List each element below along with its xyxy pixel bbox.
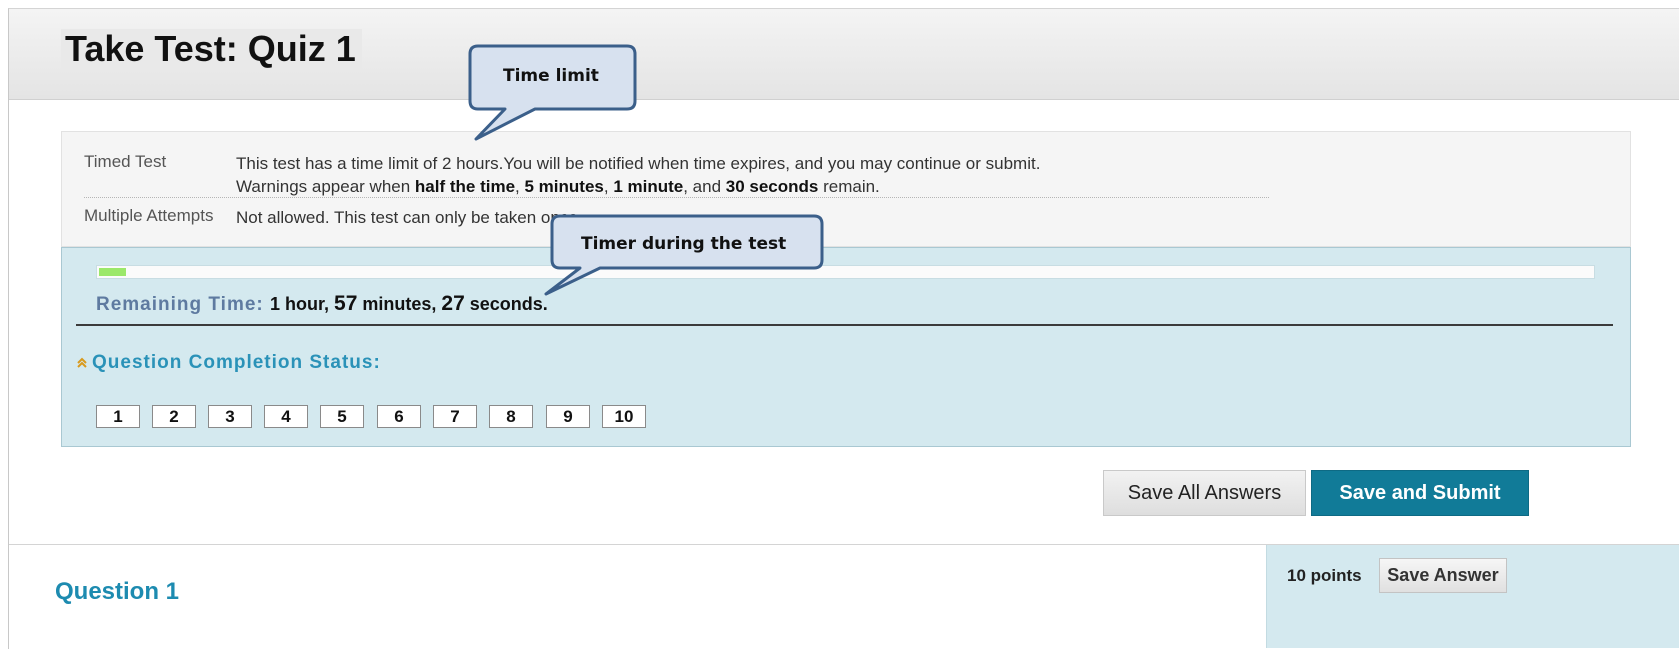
multiple-attempts-label: Multiple Attempts [84,206,214,225]
time-limit-text: This test has a time limit of 2 hours.Yo… [236,154,1041,173]
question-status-1[interactable]: 1 [96,405,140,428]
question-status-2[interactable]: 2 [152,405,196,428]
test-info-panel: Timed Test This test has a time limit of… [61,131,1631,247]
remaining-time-label: Remaining Time: [96,294,271,315]
question-status-10[interactable]: 10 [602,405,646,428]
question-points-panel: 10 points Save Answer [1266,545,1679,648]
time-limit-callout-text: Time limit [503,66,599,86]
timer-divider [76,324,1613,326]
question-status-3[interactable]: 3 [208,405,252,428]
time-progress-bar [96,265,1595,279]
question-points: 10 points [1287,566,1362,585]
save-answer-button[interactable]: Save Answer [1379,558,1507,593]
remaining-time: Remaining Time: 1 hour, 57 minutes, 27 s… [96,292,548,316]
remaining-time-value: 1 hour, 57 minutes, 27 seconds. [270,292,548,315]
double-chevron-up-icon[interactable] [76,357,88,371]
question-status-8[interactable]: 8 [489,405,533,428]
warnings-text: Warnings appear when half the time, 5 mi… [236,177,880,196]
completion-status-label: Question Completion Status: [92,352,381,373]
completion-status-header[interactable]: Question Completion Status: [76,352,381,374]
question-status-9[interactable]: 9 [546,405,590,428]
timer-panel: Remaining Time: 1 hour, 57 minutes, 27 s… [61,247,1631,447]
multiple-attempts-text: Not allowed. This test can only be taken… [236,208,583,227]
question-status-4[interactable]: 4 [264,405,308,428]
page-title: Take Test: Quiz 1 [61,29,362,69]
question-status-7[interactable]: 7 [433,405,477,428]
save-all-answers-button[interactable]: Save All Answers [1103,470,1306,516]
timed-test-description: This test has a time limit of 2 hours.Yo… [236,152,1040,198]
timed-test-label: Timed Test [84,152,167,171]
question-title: Question 1 [55,578,180,605]
question-status-6[interactable]: 6 [377,405,421,428]
question-status-5[interactable]: 5 [320,405,364,428]
save-and-submit-button[interactable]: Save and Submit [1311,470,1529,516]
time-progress-fill [99,268,126,276]
timer-callout-text: Timer during the test [581,234,787,254]
title-bar: Take Test: Quiz 1 [9,9,1679,100]
info-divider [84,197,1269,198]
